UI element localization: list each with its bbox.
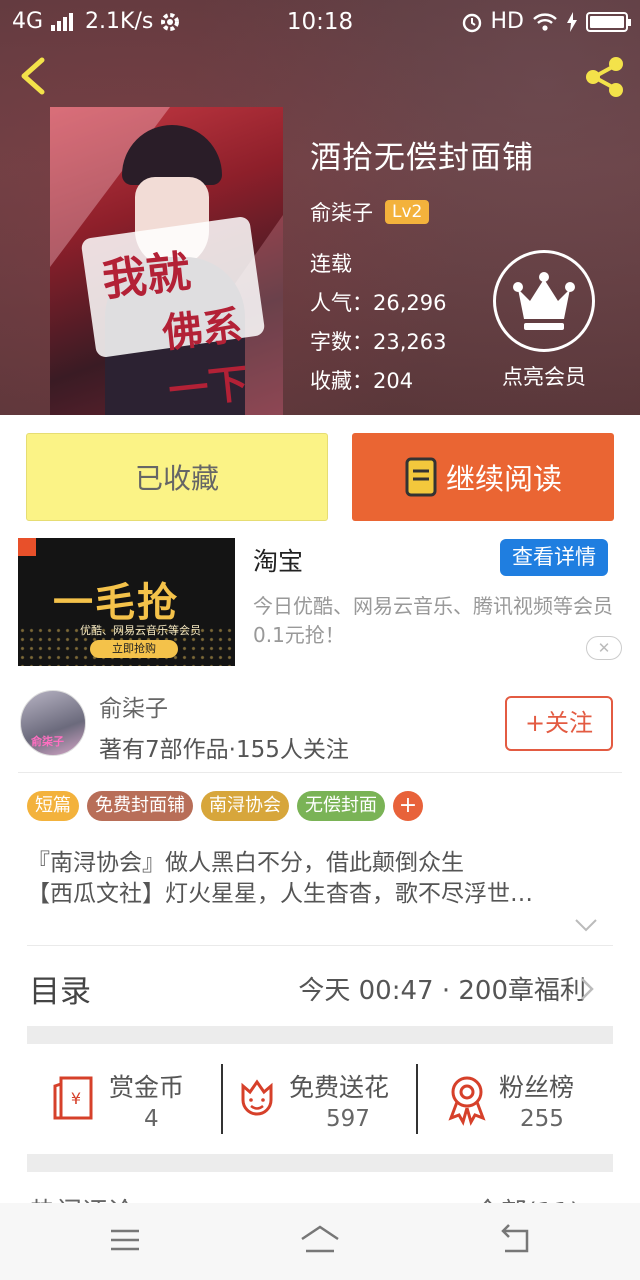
send-flower-stat[interactable]: 免费送花 597 [237, 1060, 417, 1138]
flower-icon [241, 1079, 273, 1116]
tag-pill[interactable]: 南浔协会 [201, 791, 289, 821]
medal-icon [448, 1076, 486, 1126]
ad-banner-image[interactable]: 一毛抢 优酷、网易云音乐等会员 立即抢购 [18, 538, 235, 666]
fan-ranking-stat[interactable]: 粉丝榜 255 [445, 1060, 613, 1138]
reward-coin-stat[interactable]: ¥ 赏金币 4 [51, 1060, 221, 1138]
menu-icon[interactable] [103, 1223, 147, 1257]
tag-pill[interactable]: 免费封面铺 [87, 791, 193, 821]
share-icon[interactable] [582, 54, 628, 100]
section-gap [27, 1026, 613, 1044]
word-count-value: 23,263 [373, 330, 447, 354]
favorites-value: 204 [373, 369, 414, 393]
home-icon[interactable] [298, 1223, 342, 1257]
svg-text:¥: ¥ [71, 1089, 81, 1108]
author-profile-name[interactable]: 俞柒子 [99, 689, 168, 723]
charging-icon [567, 11, 577, 32]
ad-close-button[interactable]: ✕ [586, 636, 622, 660]
avatar-tag: 俞柒子 [31, 735, 64, 748]
divider [18, 772, 622, 773]
saved-button[interactable]: 已收藏 [26, 433, 328, 521]
cover-title-a: 我就 [100, 246, 193, 307]
follow-button[interactable]: +关注 [505, 696, 613, 751]
alarm-icon [462, 13, 481, 32]
level-badge: Lv2 [385, 200, 430, 224]
tag-pill[interactable]: 无偿封面 [297, 791, 385, 821]
red-envelope-icon: ¥ [53, 1076, 93, 1120]
author-name[interactable]: 俞柒子 [310, 197, 373, 227]
book-title: 酒拾无偿封面铺 [310, 140, 534, 176]
stat-label: 粉丝榜 [499, 1073, 575, 1102]
stat-value: 4 [144, 1106, 159, 1132]
book-intro[interactable]: 『南浔协会』做人黑白不分，借此颠倒众生 【西瓜文社】灯火星星，人生杳杳，歌不尽浮… [27, 848, 617, 910]
divider [27, 945, 613, 946]
toc-latest-info[interactable]: 今天 00:47 · 200章福利 [298, 970, 586, 1007]
stat-label: 赏金币 [109, 1073, 185, 1102]
status-bar: 4G 2.1K/s 10:18 HD [0, 0, 640, 44]
back-icon[interactable] [493, 1223, 537, 1257]
toc-label[interactable]: 目录 [29, 966, 91, 1011]
continue-reading-label: 继续阅读 [445, 462, 562, 496]
continue-reading-button[interactable]: 继续阅读 [352, 433, 614, 521]
author-avatar[interactable]: 俞柒子 [20, 690, 86, 756]
cover-title-b: 佛系一下 [160, 302, 251, 415]
author-row: 俞柒子 Lv2 [310, 197, 534, 227]
ad-image-headline: 一毛抢 [53, 580, 179, 626]
battery-icon [586, 11, 631, 32]
wifi-icon [533, 12, 557, 31]
chevron-right-icon[interactable] [580, 977, 594, 1001]
author-stats: 著有7部作品·155人关注 [99, 737, 349, 763]
add-tag-button[interactable]: + [393, 791, 423, 821]
book-cover[interactable]: 我就 佛系一下 [50, 107, 283, 415]
stat-value: 597 [326, 1106, 370, 1132]
tag-list: 短篇 免费封面铺 南浔协会 无偿封面 + [27, 791, 423, 821]
intro-line-2: 【西瓜文社】灯火星星，人生杳杳，歌不尽浮世… [27, 881, 533, 907]
ad-detail-button[interactable]: 查看详情 [500, 539, 608, 576]
ad-image-subtext: 优酷、网易云音乐等会员 [80, 624, 201, 637]
vip-crown-button[interactable] [493, 250, 595, 352]
chevron-down-icon[interactable] [574, 918, 598, 932]
tag-pill[interactable]: 短篇 [27, 791, 79, 821]
ad-image-button: 立即抢购 [90, 640, 178, 658]
section-gap [27, 1154, 613, 1172]
intro-line-1: 『南浔协会』做人黑白不分，借此颠倒众生 [27, 850, 464, 876]
support-stats: ¥ 赏金币 4 免费送花 597 粉丝榜 255 [27, 1060, 613, 1138]
book-icon [405, 457, 437, 497]
crown-icon [513, 272, 575, 330]
stat-label: 免费送花 [289, 1073, 390, 1102]
ad-title[interactable]: 淘宝 [253, 542, 303, 578]
hd-indicator: HD [490, 9, 524, 34]
popularity-value: 26,296 [373, 291, 447, 315]
ad-description[interactable]: 今日优酷、网易云音乐、腾讯视频等会员0.1元抢！ [253, 592, 613, 650]
system-nav-bar [0, 1203, 640, 1280]
status-right: HD [461, 9, 631, 34]
back-arrow-icon[interactable] [14, 56, 54, 96]
book-header: 4G 2.1K/s 10:18 HD 我就 佛系一下 酒拾无偿封面铺 俞柒子 L… [0, 0, 640, 415]
vip-label[interactable]: 点亮会员 [480, 361, 608, 391]
stat-value: 255 [520, 1106, 564, 1132]
